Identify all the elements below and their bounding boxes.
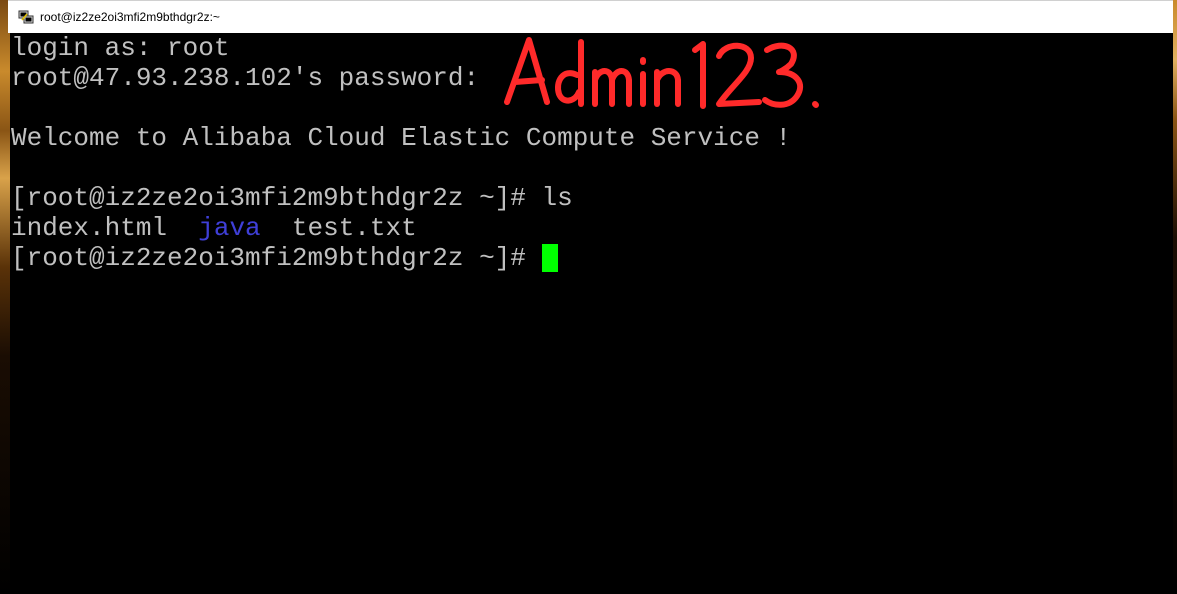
login-prompt: login as: — [11, 33, 168, 63]
shell-prompt: [root@iz2ze2oi3mfi2m9bthdgr2z ~]# — [11, 183, 542, 213]
terminal-line-welcome: Welcome to Alibaba Cloud Elastic Compute… — [11, 123, 791, 153]
terminal-line-command: [root@iz2ze2oi3mfi2m9bthdgr2z ~]# ls — [11, 183, 573, 213]
ls-file-test: test.txt — [291, 213, 417, 243]
password-prompt: root@47.93.238.102's password: — [11, 63, 495, 93]
terminal-line-password: root@47.93.238.102's password: — [11, 63, 495, 93]
handwritten-password-annotation — [504, 37, 819, 109]
ls-dir-java: java — [198, 213, 261, 243]
desktop-wallpaper-edge — [1173, 0, 1177, 594]
shell-command: ls — [541, 183, 573, 213]
welcome-message: Welcome to Alibaba Cloud Elastic Compute… — [11, 123, 792, 153]
shell-prompt-current: [root@iz2ze2oi3mfi2m9bthdgr2z ~]# — [11, 243, 542, 273]
terminal-line-current-prompt: [root@iz2ze2oi3mfi2m9bthdgr2z ~]# — [11, 243, 558, 273]
window-title: root@iz2ze2oi3mfi2m9bthdgr2z:~ — [40, 10, 220, 24]
ls-file-index: index.html — [11, 213, 168, 243]
terminal-line-login: login as: root — [11, 33, 229, 63]
terminal-window: root@iz2ze2oi3mfi2m9bthdgr2z:~ login as:… — [0, 0, 1177, 594]
terminal-cursor — [541, 244, 558, 272]
terminal-screen[interactable]: login as: root root@47.93.238.102's pass… — [10, 33, 1173, 594]
terminal-line-ls-output: index.html java test.txt — [11, 213, 417, 243]
desktop-wallpaper — [0, 0, 10, 594]
login-user: root — [167, 33, 230, 63]
putty-terminal-icon[interactable] — [18, 9, 34, 25]
